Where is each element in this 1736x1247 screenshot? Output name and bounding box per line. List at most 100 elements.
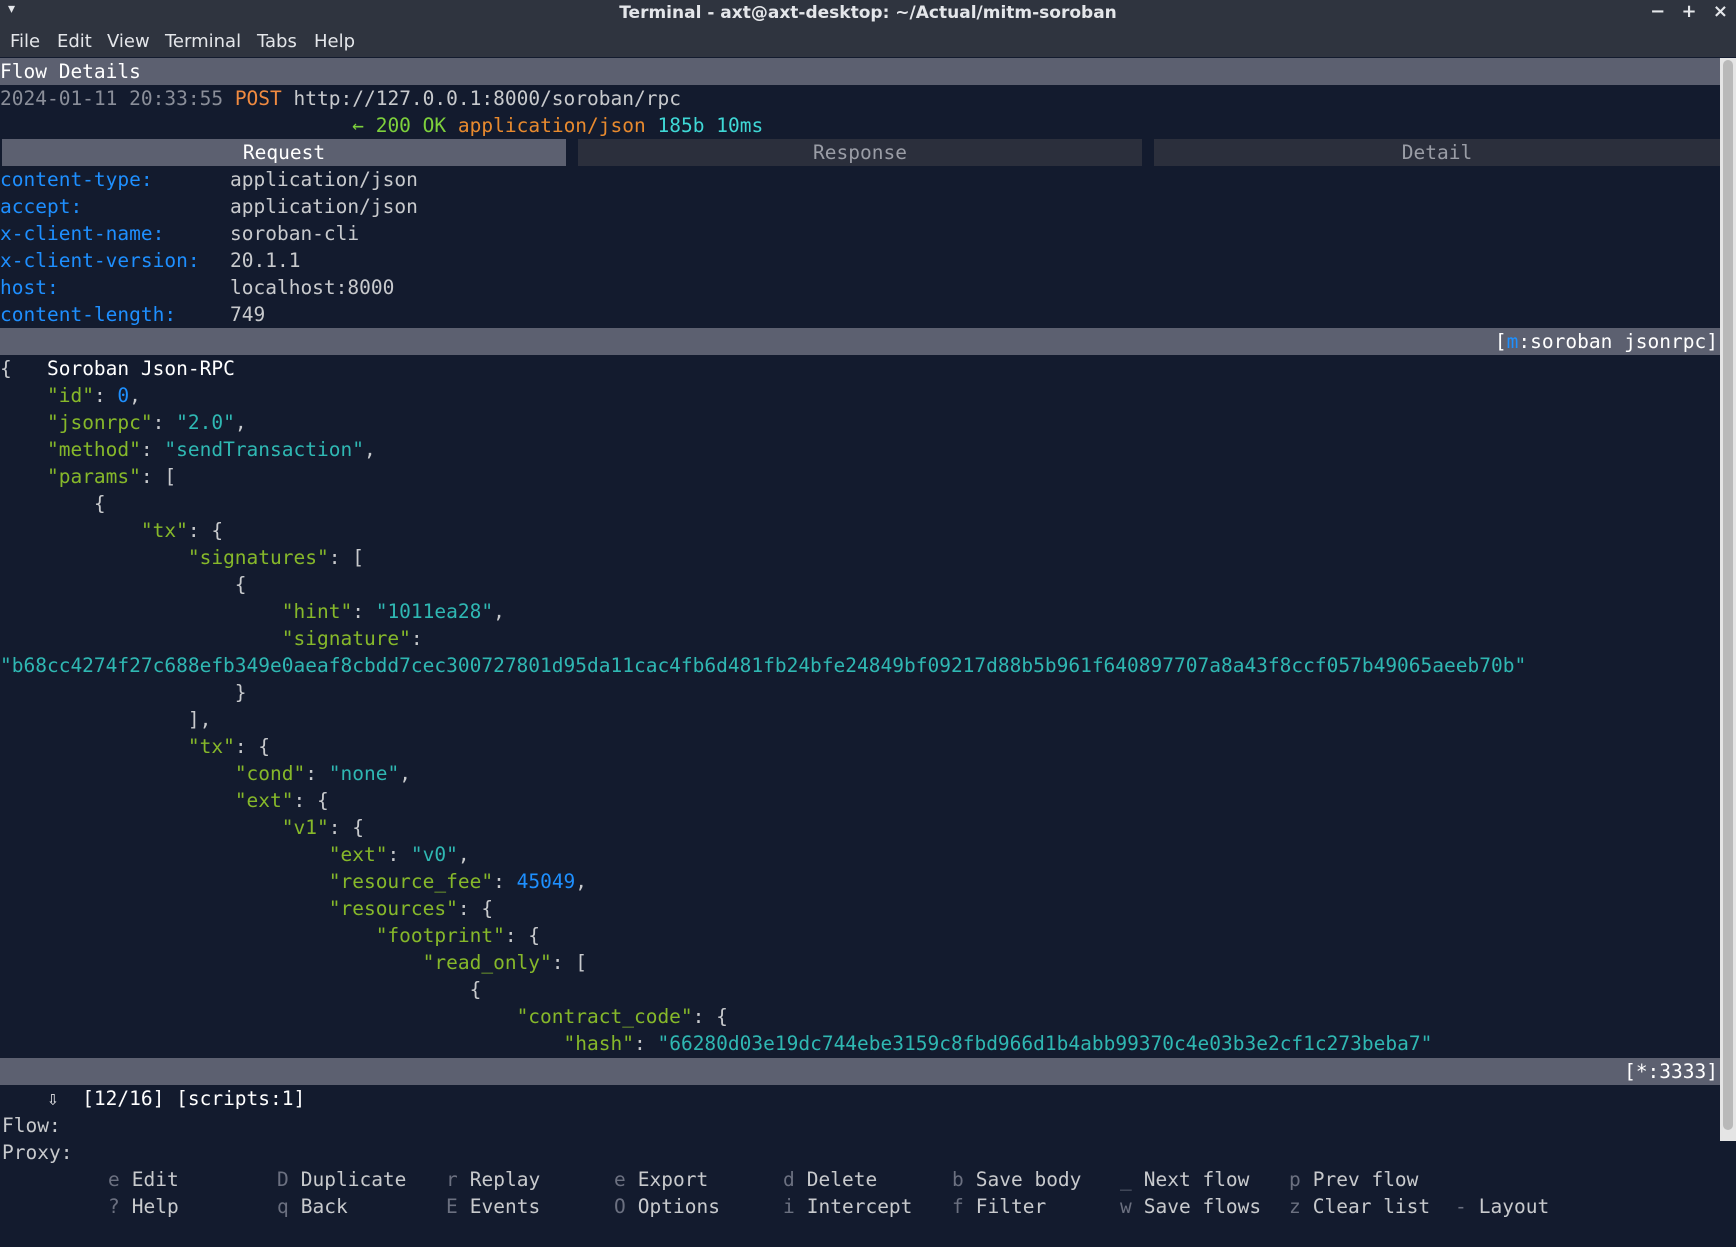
flow-details-header: Flow Details (0, 58, 1720, 85)
scrollbar[interactable] (1720, 58, 1736, 1141)
json-string: "1011ea28" (375, 600, 494, 623)
keybinding-clear-list[interactable]: z Clear list (1289, 1193, 1430, 1220)
json-line: { (0, 490, 106, 517)
json-punctuation: : (352, 600, 376, 623)
menu-tabs[interactable]: Tabs (257, 31, 297, 52)
menu-view[interactable]: View (107, 31, 150, 52)
keybinding-key: q (277, 1195, 289, 1218)
keybinding-key: O (614, 1195, 626, 1218)
keybinding-save-body[interactable]: b Save body (952, 1166, 1081, 1193)
json-key: "jsonrpc" (46, 411, 153, 434)
keybinding-delete[interactable]: d Delete (783, 1166, 877, 1193)
flow-response-line: ← 200 OK application/json 185b 10ms (0, 112, 763, 139)
keybinding-layout[interactable]: - Layout (1455, 1193, 1549, 1220)
json-line: "footprint": { (0, 922, 540, 949)
keybinding-filter[interactable]: f Filter (952, 1193, 1046, 1220)
json-line: "tx": { (0, 517, 223, 544)
view-mode-key: m (1506, 330, 1519, 353)
json-punctuation: { (0, 357, 12, 380)
header-value: 749 (230, 303, 266, 326)
header-name: content-type: (0, 168, 153, 191)
keybinding-label: Intercept (806, 1195, 913, 1218)
header-value: 20.1.1 (230, 249, 301, 272)
maximize-icon[interactable]: + (1682, 1, 1697, 22)
json-punctuation: : { (692, 1005, 728, 1028)
json-punctuation: , (129, 384, 141, 407)
keybinding-label: Prev flow (1312, 1168, 1419, 1191)
header-row: x-client-name: soroban-cli (0, 220, 359, 247)
header-value: localhost:8000 (230, 276, 395, 299)
close-icon[interactable]: × (1713, 1, 1728, 22)
view-mode-indicator[interactable]: [m:soroban jsonrpc] (1495, 328, 1718, 355)
tab-response[interactable]: Response (578, 139, 1142, 166)
window-title: Terminal - axt@axt-desktop: ~/Actual/mit… (619, 3, 1117, 23)
json-punctuation: : { (328, 816, 364, 839)
keybinding-replay[interactable]: r Replay (446, 1166, 540, 1193)
minimize-icon[interactable]: − (1650, 1, 1665, 22)
keybinding-key: e (108, 1168, 120, 1191)
menu-file[interactable]: File (10, 31, 40, 52)
keybinding-events[interactable]: E Events (446, 1193, 540, 1220)
json-string: "v0" (410, 843, 458, 866)
keybinding-duplicate[interactable]: D Duplicate (277, 1166, 406, 1193)
terminal-area[interactable]: Flow Details 2024-01-11 20:33:55 POST ht… (0, 58, 1720, 1218)
json-punctuation (0, 843, 329, 866)
json-punctuation: , (234, 411, 247, 434)
keybinding-key: p (1289, 1168, 1301, 1191)
keybinding-key: E (446, 1195, 458, 1218)
keybinding-label: Export (637, 1168, 709, 1191)
keybinding-label: Replay (469, 1168, 541, 1191)
menu-help[interactable]: Help (314, 31, 355, 52)
json-line: "ext": "v0", (0, 841, 470, 868)
keybinding-export[interactable]: e Export (614, 1166, 708, 1193)
json-punctuation (0, 1005, 517, 1028)
header-name: accept: (0, 195, 83, 218)
keybinding-prev-flow[interactable]: p Prev flow (1289, 1166, 1418, 1193)
keybinding-key: i (783, 1195, 795, 1218)
json-line: "method": "sendTransaction", (0, 436, 376, 463)
json-line: "signatures": [ (0, 544, 364, 571)
keybinding-label: Duplicate (300, 1168, 407, 1191)
menu-terminal[interactable]: Terminal (165, 31, 241, 52)
keybinding-intercept[interactable]: i Intercept (783, 1193, 912, 1220)
json-string: "none" (328, 762, 400, 785)
json-line: "contract_code": { (0, 1003, 728, 1030)
keybinding-help[interactable]: ? Help (108, 1193, 179, 1220)
json-punctuation: , (399, 762, 411, 785)
json-string: "sendTransaction" (164, 438, 364, 461)
response-size: 185b (657, 114, 705, 137)
json-key: "tx" (187, 735, 235, 758)
keybinding-next-flow[interactable]: _ Next flow (1120, 1166, 1249, 1193)
keybinding-key: w (1120, 1195, 1132, 1218)
response-arrow-icon: ← (352, 114, 364, 137)
keybinding-save-flows[interactable]: w Save flows (1120, 1193, 1261, 1220)
keybinding-label: Clear list (1312, 1195, 1431, 1218)
body-view-header: Soroban Json-RPC [m:soroban jsonrpc] (0, 328, 1720, 380)
json-punctuation: : (93, 384, 118, 407)
json-punctuation: ], (0, 708, 212, 731)
json-line: "ext": { (0, 787, 329, 814)
keybinding-edit[interactable]: e Edit (108, 1166, 179, 1193)
json-line: "signature": (0, 625, 423, 652)
response-time: 10ms (716, 114, 764, 137)
json-line: } (0, 679, 247, 706)
menu-edit[interactable]: Edit (57, 31, 92, 52)
json-key: "hint" (281, 600, 353, 623)
json-line: { (0, 571, 247, 598)
keybinding-back[interactable]: q Back (277, 1193, 348, 1220)
scrollbar-thumb[interactable] (1723, 60, 1733, 1130)
keybinding-options[interactable]: O Options (614, 1193, 720, 1220)
header-name: x-client-name: (0, 222, 165, 245)
header-row: accept: application/json (0, 193, 418, 220)
json-punctuation (0, 384, 47, 407)
keybinding-key: _ (1120, 1168, 1132, 1191)
menubar: File Edit View Terminal Tabs Help (0, 27, 1736, 57)
json-key: "resources" (328, 897, 458, 920)
json-line: { (0, 976, 482, 1003)
json-punctuation (0, 546, 188, 569)
tab-request[interactable]: Request (2, 139, 566, 166)
json-key: "resource_fee" (328, 870, 494, 893)
json-punctuation (0, 1032, 564, 1055)
tab-detail[interactable]: Detail (1154, 139, 1720, 166)
status-bar: ⇩ [12/16] [scripts:1] [*:3333] (0, 1058, 1720, 1110)
